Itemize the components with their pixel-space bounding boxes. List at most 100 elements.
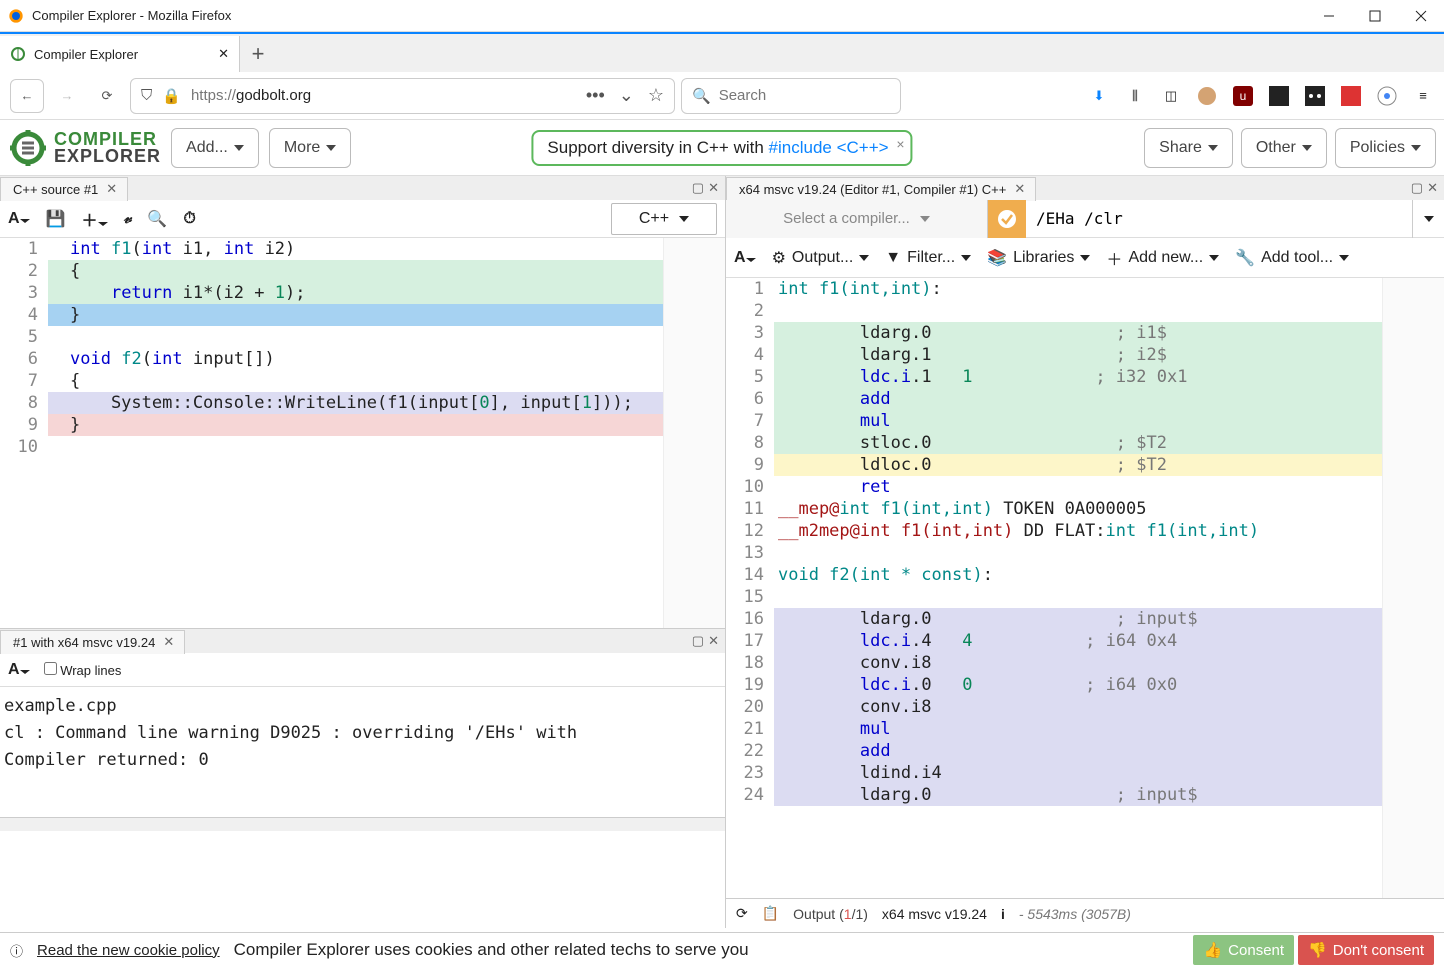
logo-line2: EXPLORER <box>54 148 161 164</box>
search-icon[interactable]: 🔍 <box>147 209 167 229</box>
new-tab-button[interactable]: + <box>240 36 276 72</box>
minimap[interactable] <box>1382 278 1444 898</box>
wrap-checkbox[interactable]: Wrap lines <box>44 662 122 678</box>
share-button[interactable]: Share <box>1144 128 1233 168</box>
library-icon[interactable]: ⫼ <box>1124 85 1146 107</box>
reload-icon[interactable]: ⟳ <box>736 905 748 922</box>
search-input[interactable]: 🔍 Search <box>681 78 901 114</box>
output-tab-row: #1 with x64 msvc v19.24✕ ▢✕ <box>0 629 725 653</box>
wrench-icon: 🔧 <box>1235 248 1255 268</box>
close-icon[interactable]: ✕ <box>163 634 174 650</box>
other-button[interactable]: Other <box>1241 128 1327 168</box>
panel-max-icon[interactable]: ▢ <box>692 180 704 196</box>
compiler-ok-icon <box>988 200 1026 238</box>
cookie-policy-link[interactable]: Read the new cookie policy <box>37 942 220 959</box>
add-new-dropdown[interactable]: ＋Add new... <box>1106 246 1219 270</box>
compiler-toolbar: Select a compiler... <box>726 200 1444 238</box>
window-close[interactable] <box>1398 0 1444 32</box>
notice-close-icon[interactable]: × <box>896 136 904 152</box>
download-icon[interactable]: ⬇ <box>1088 85 1110 107</box>
font-icon[interactable]: A <box>8 661 30 679</box>
window-title: Compiler Explorer - Mozilla Firefox <box>32 8 231 23</box>
funnel-icon: ▼ <box>885 249 901 267</box>
libraries-dropdown[interactable]: 📚Libraries <box>987 248 1090 268</box>
nav-reload-button[interactable]: ⟳ <box>90 79 124 113</box>
url-host: godbolt.org <box>236 87 311 104</box>
notice-link[interactable]: #include <C++> <box>769 138 889 157</box>
window-maximize[interactable] <box>1352 0 1398 32</box>
compiler-status-bar: ⟳ 📋 Output (1/1) x64 msvc v19.24 i - 554… <box>726 898 1444 928</box>
more-button[interactable]: More <box>269 128 351 168</box>
filter-dropdown[interactable]: ▼Filter... <box>885 249 971 267</box>
scrollbar[interactable] <box>0 817 725 831</box>
compiler-select[interactable]: Select a compiler... <box>726 200 988 238</box>
output-body[interactable]: example.cppcl : Command line warning D90… <box>0 687 725 817</box>
source-tab[interactable]: C++ source #1✕ <box>0 177 128 201</box>
browser-tab-title: Compiler Explorer <box>34 47 138 62</box>
minimap[interactable] <box>663 238 725 628</box>
ext-icon-2[interactable] <box>1304 85 1326 107</box>
shield-icon: ⛉ <box>141 87 152 104</box>
font-icon[interactable]: A <box>8 210 30 228</box>
close-icon[interactable]: ✕ <box>1014 181 1025 197</box>
browser-tab-active[interactable]: Compiler Explorer ✕ <box>0 36 240 72</box>
ext-icon-3[interactable] <box>1340 85 1362 107</box>
browser-tab-bar: Compiler Explorer ✕ + <box>0 32 1444 72</box>
add-button[interactable]: Add... <box>171 128 259 168</box>
panel-close-icon[interactable]: ✕ <box>708 180 719 196</box>
output-dropdown[interactable]: ⚙Output... <box>772 248 870 268</box>
ce-logo[interactable]: COMPILEREXPLORER <box>8 128 161 168</box>
ublock-icon[interactable]: u <box>1232 85 1254 107</box>
gear-icon: ⚙ <box>772 248 786 268</box>
pocket-icon[interactable]: ⌄ <box>619 85 634 106</box>
compiler-tab-row: x64 msvc v19.24 (Editor #1, Compiler #1)… <box>726 176 1444 200</box>
info-icon[interactable]: i <box>1001 906 1005 922</box>
compiler-args-input[interactable] <box>1026 201 1412 237</box>
window-minimize[interactable] <box>1306 0 1352 32</box>
menu-icon[interactable]: ≡ <box>1412 85 1434 107</box>
panel-max-icon[interactable]: ▢ <box>1411 180 1423 196</box>
add-tool-dropdown[interactable]: 🔧Add tool... <box>1235 248 1349 268</box>
editor-toolbar: A 💾 ＋ 𝓋 🔍 ⏱ C++ <box>0 200 725 238</box>
panel-close-icon[interactable]: ✕ <box>708 633 719 649</box>
font-icon[interactable]: A <box>734 249 756 267</box>
vim-icon[interactable]: 𝓋 <box>124 210 132 228</box>
close-icon[interactable]: ✕ <box>106 181 117 197</box>
favicon-icon <box>10 46 26 62</box>
tab-close-icon[interactable]: ✕ <box>218 46 229 62</box>
url-input[interactable]: ⛉ 🔒 https://godbolt.org ••• ⌄ ☆ <box>130 78 675 114</box>
status-time: - 5543ms (3057B) <box>1019 906 1131 922</box>
compiler-tab[interactable]: x64 msvc v19.24 (Editor #1, Compiler #1)… <box>726 177 1036 201</box>
panel-close-icon[interactable]: ✕ <box>1427 180 1438 196</box>
stopwatch-icon[interactable]: ⏱ <box>183 210 195 228</box>
avatar-icon[interactable] <box>1196 85 1218 107</box>
sidebar-icon[interactable]: ◫ <box>1160 85 1182 107</box>
meatball-icon[interactable]: ••• <box>586 85 605 106</box>
svg-text:u: u <box>1240 89 1247 103</box>
book-icon: 📚 <box>987 248 1007 268</box>
panel-max-icon[interactable]: ▢ <box>692 633 704 649</box>
search-icon: 🔍 <box>692 87 711 105</box>
nav-back-button[interactable]: ← <box>10 79 44 113</box>
star-icon[interactable]: ☆ <box>648 85 664 106</box>
clipboard-icon[interactable]: 📋 <box>762 905 779 922</box>
ext-icon-4[interactable] <box>1376 85 1398 107</box>
window-titlebar: Compiler Explorer - Mozilla Firefox <box>0 0 1444 32</box>
firefox-icon <box>8 8 24 24</box>
nav-forward-button[interactable]: → <box>50 79 84 113</box>
add-icon[interactable]: ＋ <box>81 207 107 231</box>
source-editor[interactable]: 12345678910 int f1(int i1, int i2){ retu… <box>0 238 725 628</box>
ext-icon-1[interactable] <box>1268 85 1290 107</box>
policies-button[interactable]: Policies <box>1335 128 1436 168</box>
save-icon[interactable]: 💾 <box>46 209 66 229</box>
asm-editor[interactable]: 123456789101112131415161718192021222324 … <box>726 278 1444 898</box>
output-tab[interactable]: #1 with x64 msvc v19.24✕ <box>0 630 185 654</box>
consent-button[interactable]: 👍Consent <box>1193 935 1294 965</box>
output-count[interactable]: Output (1/1) <box>793 906 868 922</box>
compiler-toolbar-2: A ⚙Output... ▼Filter... 📚Libraries ＋Add … <box>726 238 1444 278</box>
language-dropdown[interactable]: C++ <box>611 203 717 235</box>
args-dropdown-icon[interactable] <box>1412 200 1444 238</box>
app-bar: COMPILEREXPLORER Add... More Support div… <box>0 120 1444 176</box>
thumbs-up-icon: 👍 <box>1203 941 1222 959</box>
dont-consent-button[interactable]: 👎Don't consent <box>1298 935 1434 965</box>
